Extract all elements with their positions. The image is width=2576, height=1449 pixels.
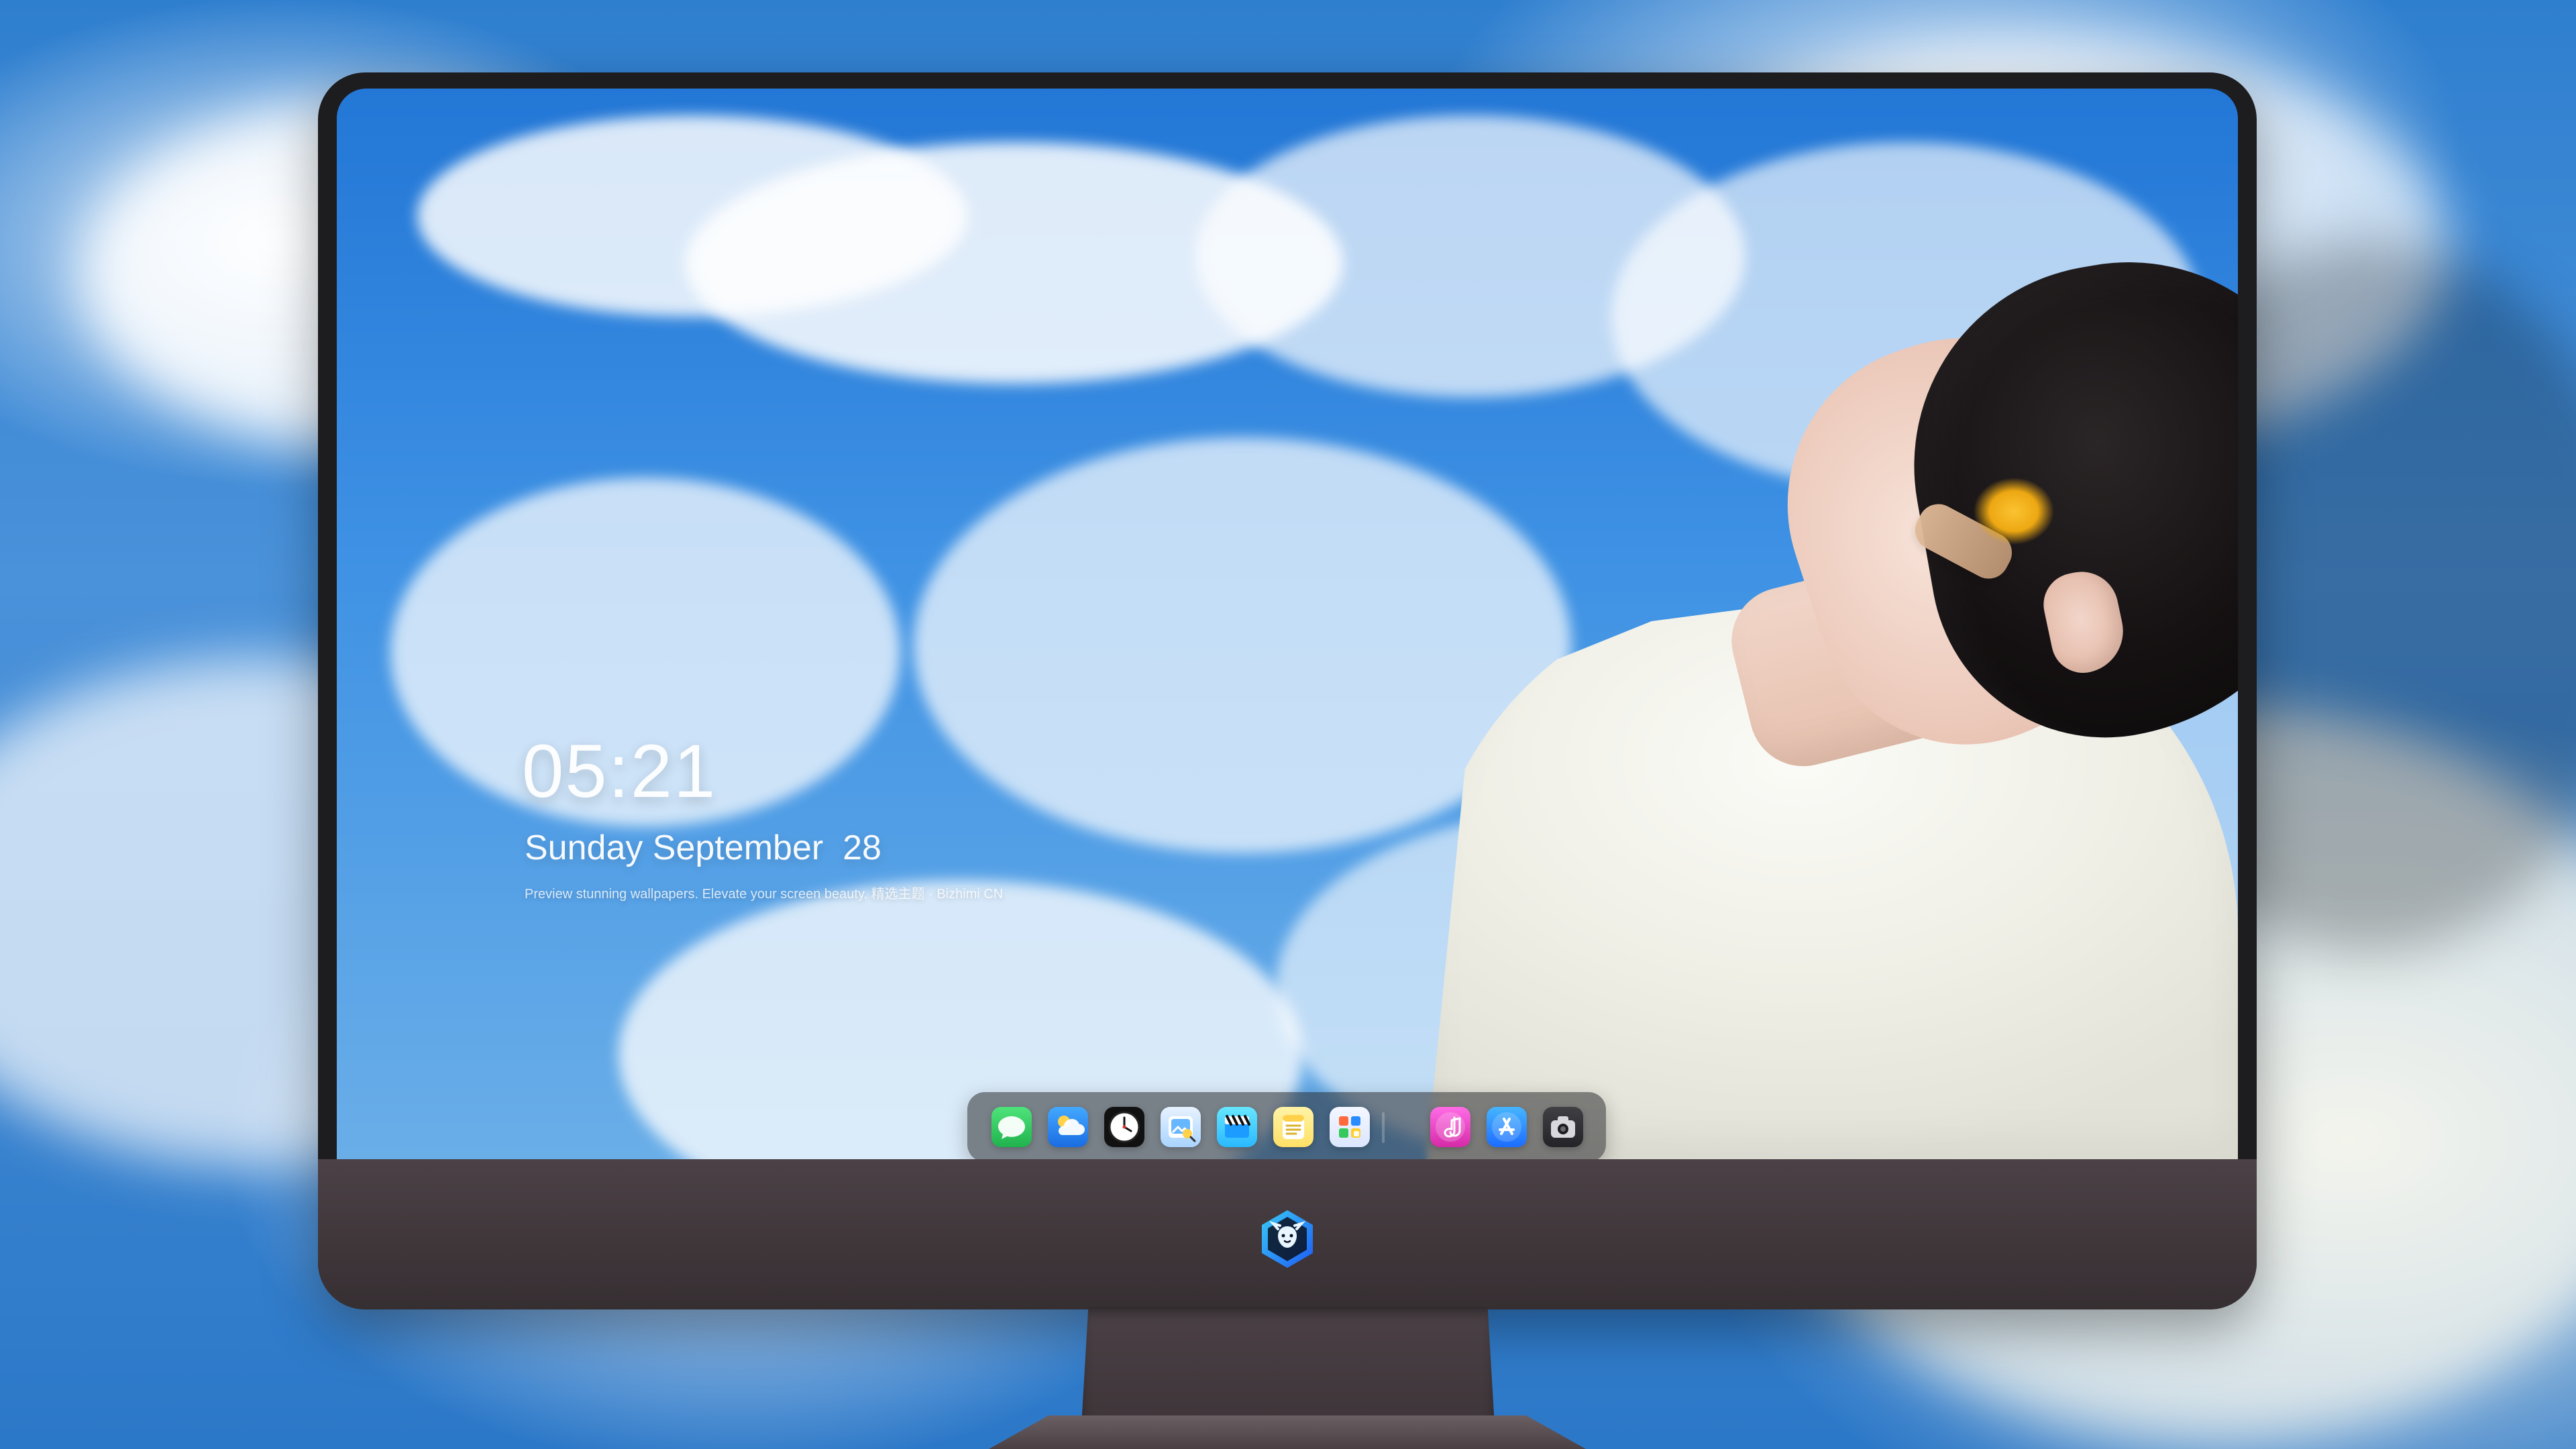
- weather-cloud-sun: [1058, 1116, 1085, 1135]
- camera-glyph: [1551, 1116, 1575, 1138]
- preview-viewer: [1169, 1116, 1196, 1142]
- clips-clapperboard: [1225, 1115, 1250, 1138]
- dock-separator: [1382, 1112, 1385, 1143]
- preview-icon[interactable]: [1161, 1107, 1201, 1147]
- lockscreen-time: 05:21: [522, 729, 717, 813]
- music-note: [1436, 1112, 1465, 1142]
- monitor-stand-base: [989, 1415, 1586, 1449]
- weather-icon[interactable]: [1048, 1107, 1088, 1147]
- dock: [967, 1092, 1606, 1159]
- notes-paper: [1283, 1115, 1304, 1139]
- app-store-glyph: [1492, 1112, 1521, 1142]
- monitor-logo-icon: [1262, 1210, 1313, 1268]
- monitor-screen: 05:21 Sunday September 28 Preview stunni…: [337, 89, 2238, 1159]
- monitor: 05:21 Sunday September 28 Preview stunni…: [318, 72, 2257, 1309]
- lockscreen-date: Sunday September 28: [525, 828, 881, 867]
- camera-icon[interactable]: [1543, 1107, 1583, 1147]
- messages-bubble: [998, 1116, 1025, 1139]
- music-icon[interactable]: [1430, 1107, 1470, 1147]
- photo-browser-icon[interactable]: [1330, 1107, 1370, 1147]
- messages-icon[interactable]: [991, 1107, 1032, 1147]
- face-flower: [1967, 471, 2074, 551]
- clock-face: [1108, 1111, 1140, 1143]
- photo-browser-grid: [1339, 1116, 1360, 1138]
- wallpaper-caption: Preview stunning wallpapers. Elevate you…: [525, 887, 1004, 902]
- app-store-icon[interactable]: [1487, 1107, 1527, 1147]
- clock-icon[interactable]: [1104, 1107, 1144, 1147]
- clips-icon[interactable]: [1217, 1107, 1257, 1147]
- notes-icon[interactable]: [1273, 1107, 1313, 1147]
- wallpaper-person: [1424, 230, 2238, 1159]
